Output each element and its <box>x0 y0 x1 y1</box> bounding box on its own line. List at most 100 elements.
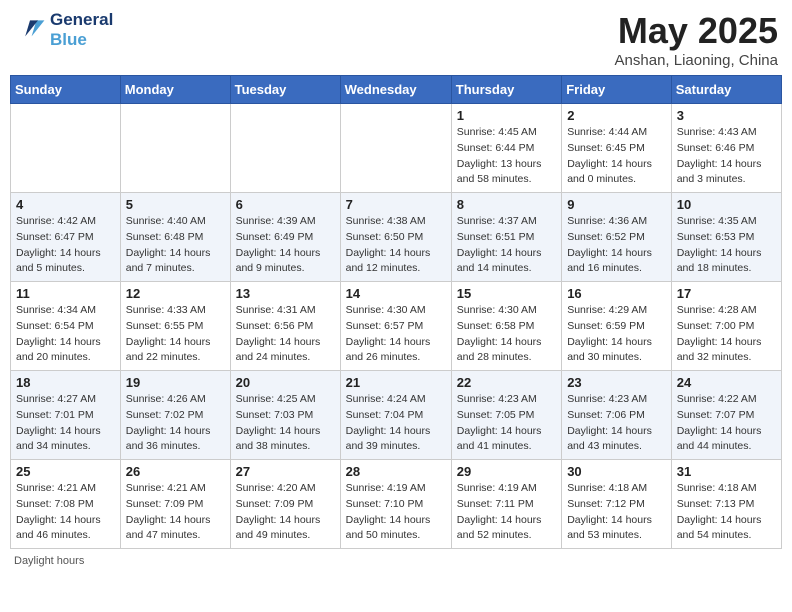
calendar-cell: 23 Sunrise: 4:23 AMSunset: 7:06 PMDayligh… <box>562 371 672 460</box>
day-info: Sunrise: 4:38 AMSunset: 6:50 PMDaylight:… <box>346 214 446 277</box>
day-info: Sunrise: 4:19 AMSunset: 7:10 PMDaylight:… <box>346 481 446 544</box>
day-info: Sunrise: 4:36 AMSunset: 6:52 PMDaylight:… <box>567 214 666 277</box>
day-info: Sunrise: 4:31 AMSunset: 6:56 PMDaylight:… <box>236 303 335 366</box>
day-info: Sunrise: 4:19 AMSunset: 7:11 PMDaylight:… <box>457 481 556 544</box>
calendar-cell <box>120 104 230 193</box>
dow-header-monday: Monday <box>120 76 230 104</box>
day-info: Sunrise: 4:24 AMSunset: 7:04 PMDaylight:… <box>346 392 446 455</box>
calendar-cell: 10Sunrise: 4:35 AMSunset: 6:53 PMDayligh… <box>671 193 781 282</box>
day-info: Sunrise: 4:27 AMSunset: 7:01 PMDaylight:… <box>16 392 115 455</box>
dow-header-saturday: Saturday <box>671 76 781 104</box>
calendar-cell: 27Sunrise: 4:20 AMSunset: 7:09 PMDayligh… <box>230 460 340 549</box>
logo-icon <box>14 14 46 46</box>
day-info: Sunrise: 4:40 AMSunset: 6:48 PMDaylight:… <box>126 214 225 277</box>
calendar-cell: 14 Sunrise: 4:30 AMSunset: 6:57 PMDayligh… <box>340 282 451 371</box>
calendar-cell: 19 Sunrise: 4:26 AMSunset: 7:02 PMDayligh… <box>120 371 230 460</box>
day-number: 19 <box>126 375 225 390</box>
day-number: 28 <box>346 464 446 479</box>
day-number: 7 <box>346 197 446 212</box>
day-info: Sunrise: 4:43 AMSunset: 6:46 PMDaylight:… <box>677 125 776 188</box>
day-info: Sunrise: 4:42 AMSunset: 6:47 PMDaylight:… <box>16 214 115 277</box>
calendar-cell <box>11 104 121 193</box>
calendar-cell: 7 Sunrise: 4:38 AMSunset: 6:50 PMDaylight… <box>340 193 451 282</box>
calendar-cell: 3 Sunrise: 4:43 AMSunset: 6:46 PMDaylight… <box>671 104 781 193</box>
day-number: 31 <box>677 464 776 479</box>
dow-header-tuesday: Tuesday <box>230 76 340 104</box>
day-info: Sunrise: 4:30 AMSunset: 6:58 PMDaylight:… <box>457 303 556 366</box>
day-number: 15 <box>457 286 556 301</box>
day-info: Sunrise: 4:23 AMSunset: 7:05 PMDaylight:… <box>457 392 556 455</box>
days-of-week-row: SundayMondayTuesdayWednesdayThursdayFrid… <box>11 76 782 104</box>
day-number: 2 <box>567 108 666 123</box>
day-info: Sunrise: 4:26 AMSunset: 7:02 PMDaylight:… <box>126 392 225 455</box>
day-number: 4 <box>16 197 115 212</box>
daylight-label: Daylight hours <box>14 555 84 567</box>
day-number: 20 <box>236 375 335 390</box>
day-number: 3 <box>677 108 776 123</box>
day-info: Sunrise: 4:23 AMSunset: 7:06 PMDaylight:… <box>567 392 666 455</box>
day-info: Sunrise: 4:21 AMSunset: 7:08 PMDaylight:… <box>16 481 115 544</box>
calendar-cell: 11Sunrise: 4:34 AMSunset: 6:54 PMDayligh… <box>11 282 121 371</box>
calendar-cell: 20 Sunrise: 4:25 AMSunset: 7:03 PMDayligh… <box>230 371 340 460</box>
day-number: 6 <box>236 197 335 212</box>
calendar-cell: 2 Sunrise: 4:44 AMSunset: 6:45 PMDaylight… <box>562 104 672 193</box>
dow-header-friday: Friday <box>562 76 672 104</box>
day-number: 14 <box>346 286 446 301</box>
calendar-cell: 17 Sunrise: 4:28 AMSunset: 7:00 PMDayligh… <box>671 282 781 371</box>
day-number: 18 <box>16 375 115 390</box>
day-info: Sunrise: 4:30 AMSunset: 6:57 PMDaylight:… <box>346 303 446 366</box>
title-block: May 2025 Anshan, Liaoning, China <box>615 10 778 69</box>
day-number: 11 <box>16 286 115 301</box>
day-number: 17 <box>677 286 776 301</box>
day-number: 13 <box>236 286 335 301</box>
day-number: 21 <box>346 375 446 390</box>
day-number: 9 <box>567 197 666 212</box>
calendar-cell: 9 Sunrise: 4:36 AMSunset: 6:52 PMDaylight… <box>562 193 672 282</box>
calendar-cell: 8 Sunrise: 4:37 AMSunset: 6:51 PMDaylight… <box>451 193 561 282</box>
day-number: 16 <box>567 286 666 301</box>
calendar-body: 1 Sunrise: 4:45 AMSunset: 6:44 PMDaylight… <box>11 104 782 549</box>
calendar-cell: 16Sunrise: 4:29 AMSunset: 6:59 PMDayligh… <box>562 282 672 371</box>
day-number: 22 <box>457 375 556 390</box>
day-info: Sunrise: 4:39 AMSunset: 6:49 PMDaylight:… <box>236 214 335 277</box>
day-number: 25 <box>16 464 115 479</box>
calendar-cell: 4 Sunrise: 4:42 AMSunset: 6:47 PMDaylight… <box>11 193 121 282</box>
calendar-cell: 21 Sunrise: 4:24 AMSunset: 7:04 PMDayligh… <box>340 371 451 460</box>
day-number: 1 <box>457 108 556 123</box>
week-row-3: 11Sunrise: 4:34 AMSunset: 6:54 PMDayligh… <box>11 282 782 371</box>
location: Anshan, Liaoning, China <box>615 52 778 69</box>
logo: General Blue <box>14 10 113 51</box>
day-info: Sunrise: 4:18 AMSunset: 7:13 PMDaylight:… <box>677 481 776 544</box>
calendar-cell: 6 Sunrise: 4:39 AMSunset: 6:49 PMDaylight… <box>230 193 340 282</box>
calendar-cell <box>230 104 340 193</box>
day-info: Sunrise: 4:25 AMSunset: 7:03 PMDaylight:… <box>236 392 335 455</box>
day-info: Sunrise: 4:35 AMSunset: 6:53 PMDaylight:… <box>677 214 776 277</box>
day-number: 12 <box>126 286 225 301</box>
day-number: 26 <box>126 464 225 479</box>
day-info: Sunrise: 4:33 AMSunset: 6:55 PMDaylight:… <box>126 303 225 366</box>
calendar-cell: 26Sunrise: 4:21 AMSunset: 7:09 PMDayligh… <box>120 460 230 549</box>
month-title: May 2025 <box>615 10 778 52</box>
day-info: Sunrise: 4:37 AMSunset: 6:51 PMDaylight:… <box>457 214 556 277</box>
day-number: 29 <box>457 464 556 479</box>
calendar-cell: 1 Sunrise: 4:45 AMSunset: 6:44 PMDaylight… <box>451 104 561 193</box>
calendar-cell: 24Sunrise: 4:22 AMSunset: 7:07 PMDayligh… <box>671 371 781 460</box>
calendar-cell <box>340 104 451 193</box>
week-row-4: 18 Sunrise: 4:27 AMSunset: 7:01 PMDayligh… <box>11 371 782 460</box>
calendar-cell: 15 Sunrise: 4:30 AMSunset: 6:58 PMDayligh… <box>451 282 561 371</box>
calendar-cell: 29 Sunrise: 4:19 AMSunset: 7:11 PMDayligh… <box>451 460 561 549</box>
day-info: Sunrise: 4:44 AMSunset: 6:45 PMDaylight:… <box>567 125 666 188</box>
day-info: Sunrise: 4:22 AMSunset: 7:07 PMDaylight:… <box>677 392 776 455</box>
day-info: Sunrise: 4:20 AMSunset: 7:09 PMDaylight:… <box>236 481 335 544</box>
day-info: Sunrise: 4:45 AMSunset: 6:44 PMDaylight:… <box>457 125 556 188</box>
week-row-5: 25 Sunrise: 4:21 AMSunset: 7:08 PMDayligh… <box>11 460 782 549</box>
calendar-cell: 18 Sunrise: 4:27 AMSunset: 7:01 PMDayligh… <box>11 371 121 460</box>
day-info: Sunrise: 4:28 AMSunset: 7:00 PMDaylight:… <box>677 303 776 366</box>
dow-header-wednesday: Wednesday <box>340 76 451 104</box>
calendar-cell: 30Sunrise: 4:18 AMSunset: 7:12 PMDayligh… <box>562 460 672 549</box>
calendar-cell: 5Sunrise: 4:40 AMSunset: 6:48 PMDaylight… <box>120 193 230 282</box>
page-header: General Blue May 2025 Anshan, Liaoning, … <box>10 10 782 69</box>
day-number: 8 <box>457 197 556 212</box>
day-number: 23 <box>567 375 666 390</box>
week-row-1: 1 Sunrise: 4:45 AMSunset: 6:44 PMDaylight… <box>11 104 782 193</box>
